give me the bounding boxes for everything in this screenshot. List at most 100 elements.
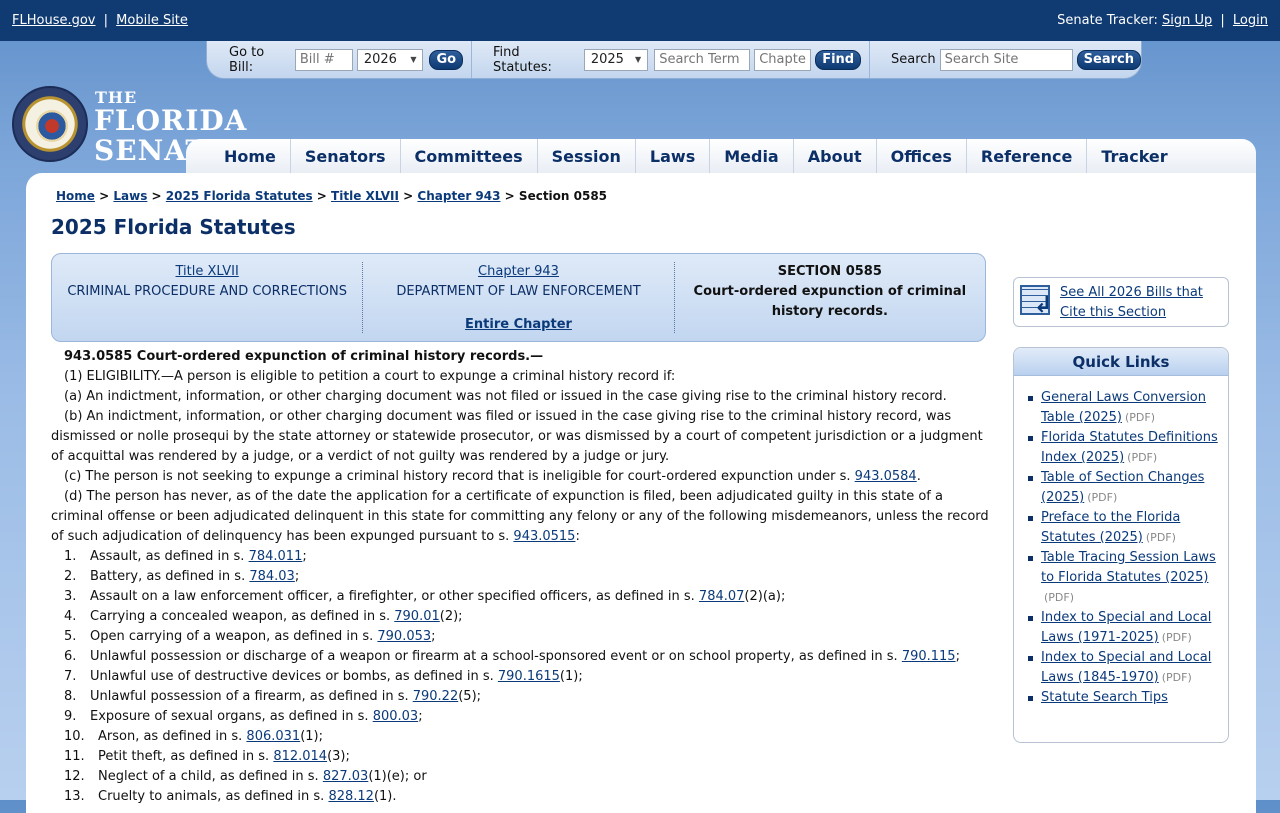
content-panel: Home > Laws > 2025 Florida Statutes > Ti… xyxy=(26,173,1256,813)
statute-link[interactable]: 828.12 xyxy=(328,789,374,804)
pdf-tag: (PDF) xyxy=(1087,491,1118,504)
item-after: ; xyxy=(294,569,300,584)
statute-link[interactable]: 806.031 xyxy=(246,729,300,744)
chapter-input[interactable] xyxy=(754,48,812,71)
quick-link[interactable]: General Laws Conversion Table (2025) xyxy=(1041,390,1206,425)
paragraph-b: (b) An indictment, information, or other… xyxy=(51,409,983,464)
senate-seal-icon xyxy=(12,86,88,162)
list-item: 2. Battery, as defined in s. 784.03; xyxy=(51,567,993,587)
quick-links-title: Quick Links xyxy=(1014,348,1228,376)
statute-link[interactable]: 827.03 xyxy=(323,769,369,784)
chapter-link[interactable]: Chapter 943 xyxy=(478,264,559,279)
statute-link[interactable]: 784.03 xyxy=(249,569,295,584)
item-number: 10. xyxy=(64,729,85,744)
statute-link[interactable]: 800.03 xyxy=(373,709,419,724)
item-after: (1); xyxy=(559,669,583,684)
item-after: (1)(e); or xyxy=(368,769,427,784)
item-after: (1); xyxy=(300,729,323,744)
find-statutes-group: Find Statutes: 2025 ▼ Find xyxy=(481,41,862,78)
subsection-1: (1) ELIGIBILITY.—A person is eligible to… xyxy=(64,369,676,384)
pdf-tag: (PDF) xyxy=(1044,591,1075,604)
title-name: CRIMINAL PROCEDURE AND CORRECTIONS xyxy=(67,284,348,299)
nav-laws[interactable]: Laws xyxy=(636,139,711,173)
searchbar-divider-2 xyxy=(869,41,879,78)
top-left-links: FLHouse.gov | Mobile Site xyxy=(12,13,188,28)
bill-number-input[interactable] xyxy=(294,48,353,71)
flhouse-link[interactable]: FLHouse.gov xyxy=(12,13,96,28)
item-after: (2)(a); xyxy=(744,589,786,604)
item-number: 6. xyxy=(64,649,77,664)
breadcrumb-home[interactable]: Home xyxy=(56,189,95,203)
statute-link[interactable]: 790.115 xyxy=(902,649,956,664)
item-after: ; xyxy=(955,649,960,664)
search-term-input[interactable] xyxy=(654,48,751,71)
statute-link[interactable]: 784.011 xyxy=(249,549,303,564)
statute-link[interactable]: 784.07 xyxy=(699,589,745,604)
search-site-input[interactable] xyxy=(939,48,1073,71)
breadcrumb-laws[interactable]: Laws xyxy=(113,189,147,203)
nav-tracker[interactable]: Tracker xyxy=(1087,139,1181,173)
item-text: Unlawful use of destructive devices or b… xyxy=(90,669,498,684)
breadcrumb-sep: > xyxy=(151,189,162,203)
item-after: ; xyxy=(418,709,423,724)
statute-link[interactable]: 790.1615 xyxy=(498,669,560,684)
page-title: 2025 Florida Statutes xyxy=(51,215,296,239)
item-text: Carrying a concealed weapon, as defined … xyxy=(90,609,395,624)
quick-link[interactable]: Table Tracing Session Laws to Florida St… xyxy=(1041,550,1216,585)
main-nav: Home Senators Committees Session Laws Me… xyxy=(186,139,1256,173)
list-item: 11. Petit theft, as defined in s. 812.014… xyxy=(51,747,993,767)
quick-link[interactable]: Statute Search Tips xyxy=(1041,690,1168,705)
search-button[interactable]: Search xyxy=(1076,49,1141,70)
list-item: 10. Arson, as defined in s. 806.031(1); xyxy=(51,727,993,747)
breadcrumb-sep: > xyxy=(316,189,327,203)
paragraph-c-end: . xyxy=(916,469,921,484)
mobile-site-link[interactable]: Mobile Site xyxy=(116,13,188,28)
list-item: Statute Search Tips xyxy=(1028,688,1218,708)
nav-session[interactable]: Session xyxy=(538,139,636,173)
nav-media[interactable]: Media xyxy=(710,139,794,173)
item-number: 4. xyxy=(64,609,77,624)
breadcrumb-title[interactable]: Title XLVII xyxy=(331,189,399,203)
statute-link[interactable]: 790.22 xyxy=(413,689,459,704)
statute-link[interactable]: 812.014 xyxy=(273,749,327,764)
statute-link[interactable]: 790.053 xyxy=(377,629,431,644)
login-link[interactable]: Login xyxy=(1233,13,1268,28)
paragraph-d-end: : xyxy=(575,529,580,544)
statute-link[interactable]: 943.0515 xyxy=(513,529,575,544)
item-text: Battery, as defined in s. xyxy=(90,569,250,584)
breadcrumb-statutes[interactable]: 2025 Florida Statutes xyxy=(166,189,313,203)
statute-link[interactable]: 790.01 xyxy=(394,609,440,624)
nav-home[interactable]: Home xyxy=(210,139,291,173)
quick-link[interactable]: Table of Section Changes (2025) xyxy=(1041,470,1204,505)
item-text: Cruelty to animals, as defined in s. xyxy=(98,789,329,804)
title-link[interactable]: Title XLVII xyxy=(176,264,239,279)
item-text: Unlawful possession or discharge of a we… xyxy=(90,649,902,664)
breadcrumb-sep: > xyxy=(99,189,110,203)
nav-offices[interactable]: Offices xyxy=(877,139,967,173)
search-bar: Go to Bill: 2026 ▼ Go Find Statutes: 202… xyxy=(206,41,1142,79)
go-button[interactable]: Go xyxy=(429,49,464,70)
entire-chapter-link[interactable]: Entire Chapter xyxy=(465,315,572,335)
list-item: 5. Open carrying of a weapon, as defined … xyxy=(51,627,993,647)
statute-year-select[interactable]: 2025 ▼ xyxy=(583,48,649,71)
pdf-tag: (PDF) xyxy=(1124,411,1155,424)
site-search-group: Search Search xyxy=(879,41,1141,78)
bill-year-value: 2026 xyxy=(363,52,397,67)
statute-link[interactable]: 943.0584 xyxy=(855,469,917,484)
cited-bills-link[interactable]: See All 2026 Bills that Cite this Sectio… xyxy=(1060,283,1222,323)
bill-year-select[interactable]: 2026 ▼ xyxy=(356,48,424,71)
nav-about[interactable]: About xyxy=(794,139,877,173)
item-text: Arson, as defined in s. xyxy=(98,729,247,744)
goto-bill-group: Go to Bill: 2026 ▼ Go xyxy=(207,41,464,78)
breadcrumb-chapter[interactable]: Chapter 943 xyxy=(417,189,500,203)
item-text: Unlawful possession of a firearm, as def… xyxy=(90,689,413,704)
nav-senators[interactable]: Senators xyxy=(291,139,401,173)
item-number: 12. xyxy=(64,769,85,784)
quick-links-panel: Quick Links General Laws Conversion Tabl… xyxy=(1013,347,1229,743)
nav-reference[interactable]: Reference xyxy=(967,139,1088,173)
statute-year-value: 2025 xyxy=(590,52,624,67)
sign-up-link[interactable]: Sign Up xyxy=(1162,13,1212,28)
find-button[interactable]: Find xyxy=(815,49,862,70)
nav-committees[interactable]: Committees xyxy=(401,139,538,173)
searchbar-divider xyxy=(471,41,481,78)
